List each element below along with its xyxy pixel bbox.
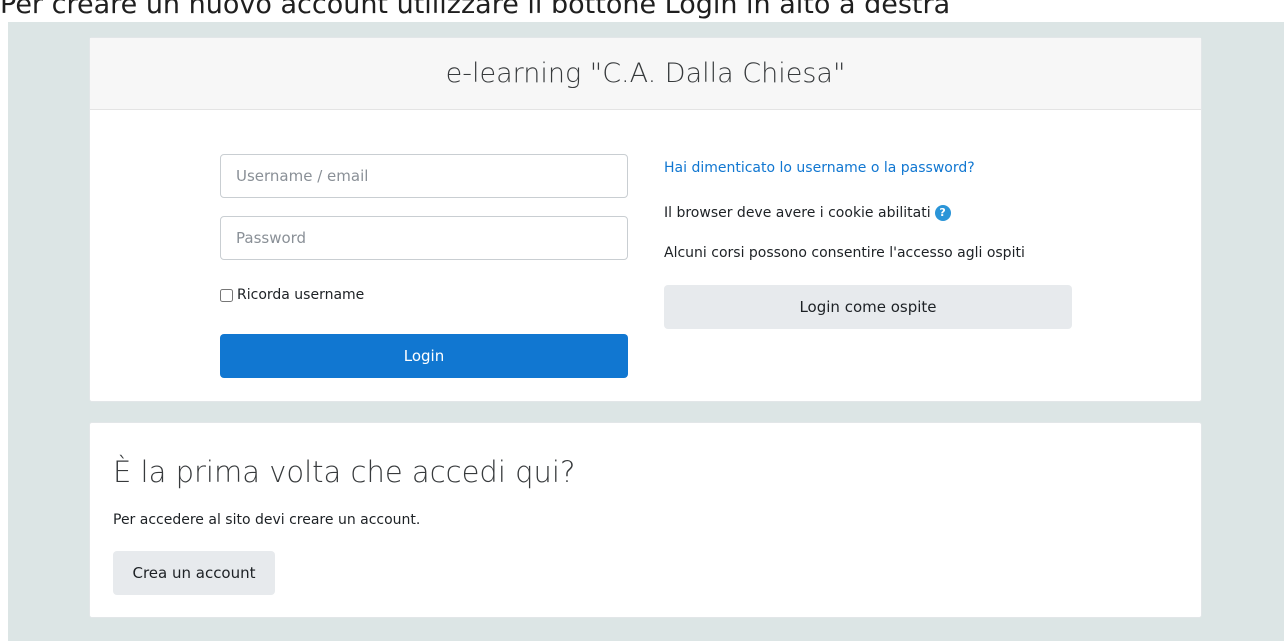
remember-username[interactable]: Ricorda username <box>220 285 364 305</box>
forgot-password-row: Hai dimenticato lo username o la passwor… <box>664 160 975 176</box>
caption-text: Per creare un nuovo account utilizzare i… <box>0 0 951 20</box>
cookie-notice: Il browser deve avere i cookie abilitati <box>664 205 931 221</box>
question-circle-icon[interactable]: ? <box>934 205 951 221</box>
password-input[interactable] <box>220 216 628 260</box>
signup-title: È la prima volta che accedi qui? <box>113 455 576 489</box>
site-title: e-learning "C.A. Dalla Chiesa" <box>90 38 1201 110</box>
signup-card: È la prima volta che accedi qui? Per acc… <box>89 422 1202 618</box>
guest-notice: Alcuni corsi possono consentire l'access… <box>664 245 1025 261</box>
signup-description: Per accedere al sito devi creare un acco… <box>113 512 421 528</box>
login-button[interactable]: Login <box>220 334 628 378</box>
remember-username-label: Ricorda username <box>237 287 365 303</box>
remember-username-checkbox[interactable] <box>220 288 233 302</box>
cookie-notice-row: Il browser deve avere i cookie abilitati… <box>664 205 951 221</box>
forgot-password-link[interactable]: Hai dimenticato lo username o la passwor… <box>664 160 975 176</box>
login-card: e-learning "C.A. Dalla Chiesa" Ricorda u… <box>89 37 1202 402</box>
guest-login-button[interactable]: Login come ospite <box>664 285 1072 329</box>
username-input[interactable] <box>220 154 628 198</box>
create-account-button[interactable]: Crea un account <box>113 551 275 595</box>
